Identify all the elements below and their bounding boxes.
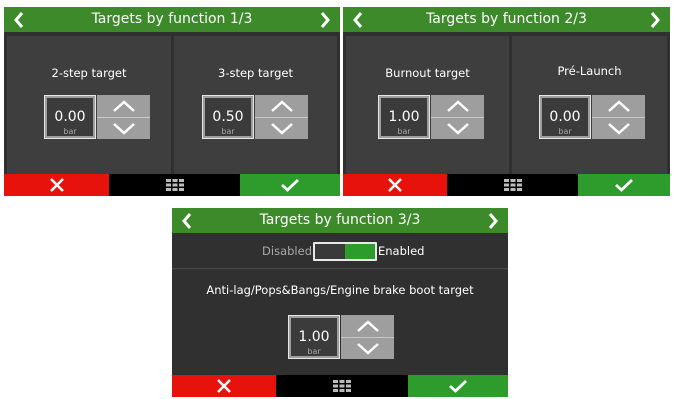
- cancel-button[interactable]: [172, 375, 276, 397]
- enable-toggle[interactable]: [313, 242, 377, 261]
- toggle-on-segment: [345, 244, 375, 259]
- unit-text: bar: [221, 127, 235, 136]
- unit-text: bar: [558, 127, 572, 136]
- decrease-button[interactable]: [341, 337, 394, 359]
- close-icon: [388, 178, 402, 192]
- menu-button[interactable]: [109, 174, 240, 196]
- enable-toggle-row: Disabled Enabled: [172, 239, 508, 263]
- page-title: Targets by function 2/3: [426, 11, 587, 27]
- page-title: Targets by function 1/3: [91, 11, 253, 27]
- chevron-up-icon: [446, 100, 469, 112]
- grid-menu-icon: [333, 380, 351, 392]
- field-label: Anti-lag/Pops&Bangs/Engine brake boot ta…: [206, 283, 474, 297]
- unit-text: bar: [397, 127, 411, 136]
- menu-button[interactable]: [276, 375, 408, 397]
- screen-targets-2: Targets by function 2/3 Burnout target 1…: [343, 7, 670, 196]
- disabled-label: Disabled: [262, 244, 312, 258]
- value-display[interactable]: 0.00 bar: [44, 95, 96, 139]
- chevron-down-icon: [112, 122, 135, 135]
- menu-button[interactable]: [447, 174, 578, 196]
- unit-text: bar: [307, 347, 321, 356]
- field-panel-3-step: 3-step target 0.50 bar: [174, 36, 337, 174]
- toggle-off-segment: [315, 244, 345, 259]
- chevron-up-icon: [356, 320, 379, 332]
- footer-bar: [172, 375, 508, 397]
- unit-text: bar: [63, 127, 77, 136]
- cancel-button[interactable]: [4, 174, 109, 196]
- header-bar: Targets by function 1/3: [4, 7, 340, 32]
- field-panel-anti-lag: Anti-lag/Pops&Bangs/Engine brake boot ta…: [172, 268, 508, 376]
- cancel-button[interactable]: [343, 174, 447, 196]
- grid-menu-icon: [165, 179, 184, 191]
- field-label: Pré-Launch: [557, 64, 622, 78]
- value-stepper: 0.00 bar: [539, 95, 645, 139]
- chevron-down-icon: [607, 122, 630, 135]
- chevron-down-icon: [356, 342, 379, 355]
- header-bar: Targets by function 3/3: [172, 208, 508, 233]
- value-display[interactable]: 0.50 bar: [202, 95, 254, 139]
- page-title: Targets by function 3/3: [259, 212, 421, 228]
- increase-button[interactable]: [592, 95, 645, 117]
- field-label: 3-step target: [218, 66, 293, 80]
- increase-button[interactable]: [341, 315, 394, 337]
- decrease-button[interactable]: [431, 117, 484, 139]
- next-page-button[interactable]: [643, 7, 667, 32]
- value-stepper: 1.00 bar: [288, 315, 394, 359]
- enabled-label: Enabled: [378, 244, 425, 258]
- value-text: 0.00: [54, 109, 86, 125]
- field-panel-pre-launch: Pré-Launch 0.00 bar: [512, 36, 667, 174]
- value-text: 0.00: [549, 109, 581, 125]
- header-bar: Targets by function 2/3: [343, 7, 670, 32]
- increase-button[interactable]: [255, 95, 308, 117]
- field-label: Burnout target: [385, 66, 470, 80]
- increase-button[interactable]: [431, 95, 484, 117]
- grid-menu-icon: [503, 179, 522, 191]
- value-text: 0.50: [212, 109, 244, 125]
- value-display[interactable]: 1.00 bar: [378, 95, 430, 139]
- close-icon: [217, 379, 231, 393]
- field-panel-burnout: Burnout target 1.00 bar: [346, 36, 509, 174]
- close-icon: [49, 178, 64, 192]
- footer-bar: [343, 174, 670, 196]
- decrease-button[interactable]: [97, 117, 150, 139]
- value-stepper: 0.50 bar: [202, 95, 308, 139]
- confirm-button[interactable]: [240, 174, 340, 196]
- chevron-down-icon: [270, 122, 293, 135]
- value-text: 1.00: [388, 109, 420, 125]
- check-icon: [615, 178, 633, 192]
- chevron-up-icon: [270, 100, 293, 112]
- chevron-right-icon: [488, 212, 498, 229]
- confirm-button[interactable]: [578, 174, 670, 196]
- value-display[interactable]: 1.00 bar: [288, 315, 340, 359]
- increase-button[interactable]: [97, 95, 150, 117]
- screen-targets-3: Targets by function 3/3 Disabled Enabled…: [172, 208, 508, 397]
- chevron-right-icon: [650, 11, 660, 28]
- next-page-button[interactable]: [481, 208, 505, 233]
- field-panel-2-step: 2-step target 0.00 bar: [7, 36, 171, 174]
- value-stepper: 0.00 bar: [44, 95, 150, 139]
- screen-targets-1: Targets by function 1/3 2-step target 0.…: [4, 7, 340, 196]
- value-stepper: 1.00 bar: [378, 95, 484, 139]
- decrease-button[interactable]: [255, 117, 308, 139]
- chevron-down-icon: [446, 122, 469, 135]
- value-display[interactable]: 0.00 bar: [539, 95, 591, 139]
- footer-bar: [4, 174, 340, 196]
- value-text: 1.00: [298, 329, 330, 345]
- check-icon: [281, 178, 299, 192]
- chevron-up-icon: [607, 100, 630, 112]
- confirm-button[interactable]: [408, 375, 508, 397]
- next-page-button[interactable]: [313, 7, 337, 32]
- field-label: 2-step target: [51, 66, 127, 80]
- decrease-button[interactable]: [592, 117, 645, 139]
- chevron-up-icon: [112, 100, 135, 112]
- chevron-right-icon: [320, 11, 330, 28]
- check-icon: [449, 379, 467, 393]
